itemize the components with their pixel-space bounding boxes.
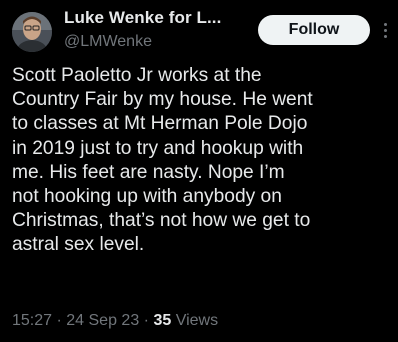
author-handle[interactable]: @LMWenke (64, 33, 152, 51)
meta-separator: · (52, 312, 67, 329)
views-count: 35 (153, 312, 172, 329)
tweet-date[interactable]: 24 Sep 23 (66, 312, 139, 329)
tweet-time[interactable]: 15:27 (12, 312, 52, 329)
avatar[interactable] (12, 12, 52, 52)
more-vertical-icon-dot (383, 28, 387, 32)
views-label: Views (175, 312, 219, 329)
follow-button[interactable]: Follow (258, 15, 370, 45)
more-vertical-icon (383, 22, 387, 26)
tweet-text: Scott Paoletto Jr works at the Country F… (12, 65, 313, 256)
meta-separator: · (139, 312, 154, 329)
author-display-name[interactable]: Luke Wenke for L... (64, 8, 221, 28)
more-options-button[interactable] (380, 18, 390, 42)
tweet-card: Luke Wenke for L... @LMWenke Follow Scot… (0, 0, 398, 342)
tweet-meta: 15:27 · 24 Sep 23 · 35 Views (12, 312, 218, 330)
more-vertical-icon-dot (383, 34, 387, 38)
user-avatar-photo-icon (12, 12, 52, 52)
